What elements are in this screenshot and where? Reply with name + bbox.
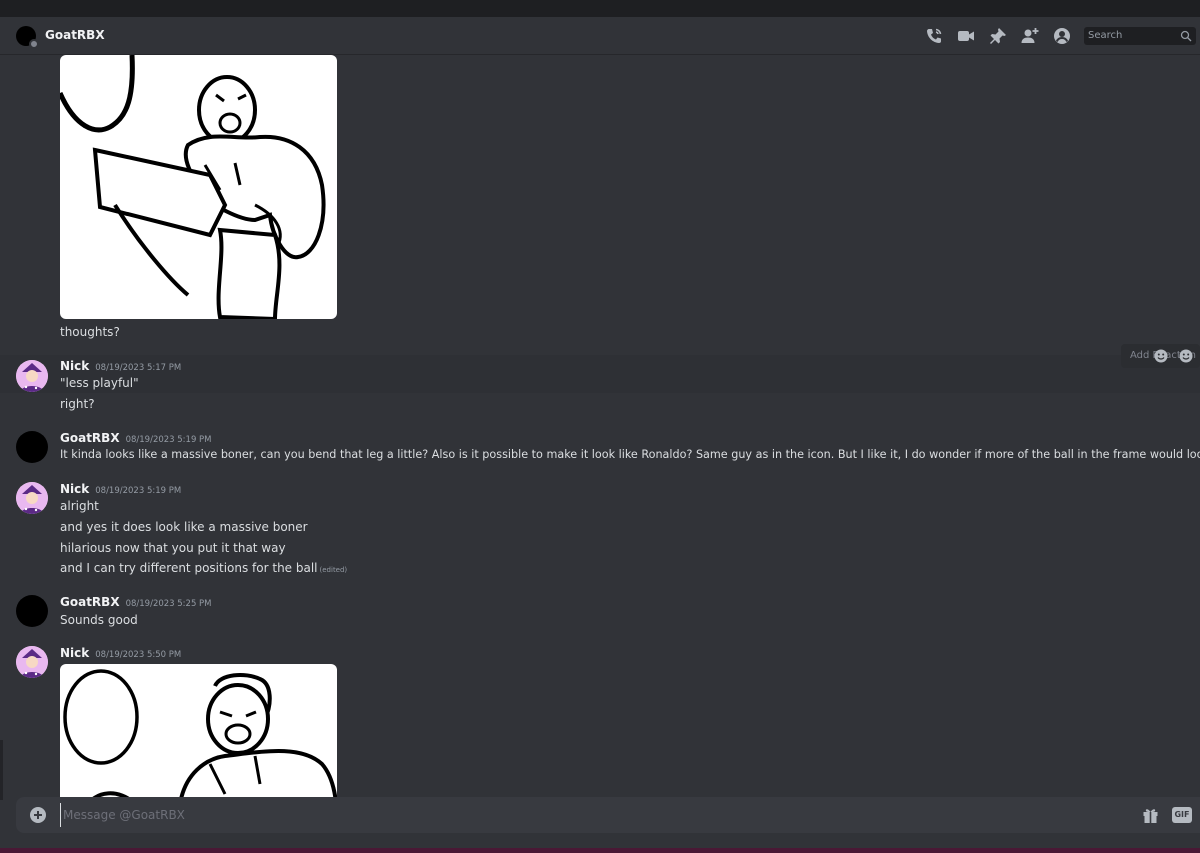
- channel-title[interactable]: GoatRBX: [45, 28, 105, 42]
- message-text: "less playful": [60, 376, 139, 390]
- message-text: thoughts?: [60, 325, 120, 339]
- message-text: right?: [60, 397, 95, 411]
- message-text: hilarious now that you put it that way: [60, 541, 286, 555]
- phone-call-icon[interactable]: [924, 26, 944, 46]
- status-indicator: [29, 39, 39, 49]
- author-name[interactable]: Nick: [60, 482, 89, 496]
- channel-header: GoatRBX Search: [0, 17, 1200, 55]
- profile-icon[interactable]: [1052, 26, 1072, 46]
- avatar[interactable]: [16, 595, 48, 627]
- message-author[interactable]: GoatRBX 08/19/2023 5:19 PM: [60, 431, 212, 445]
- add-friend-icon[interactable]: [1020, 26, 1040, 46]
- message-hover-toolbar[interactable]: Add Reaction: [1121, 344, 1200, 368]
- add-reaction-icon[interactable]: [1153, 348, 1169, 364]
- avatar[interactable]: [16, 646, 48, 678]
- avatar[interactable]: [16, 360, 48, 392]
- message-text: and I can try different positions for th…: [60, 560, 347, 578]
- avatar[interactable]: [16, 482, 48, 514]
- message-image-attachment[interactable]: [60, 55, 337, 319]
- message-timestamp: 08/19/2023 5:19 PM: [125, 435, 212, 445]
- message-text: and yes it does look like a massive bone…: [60, 520, 308, 534]
- sketch-image: [63, 669, 337, 797]
- author-name[interactable]: GoatRBX: [60, 595, 120, 609]
- dm-avatar[interactable]: [16, 26, 39, 49]
- message-timestamp: 08/19/2023 5:50 PM: [95, 650, 182, 660]
- message-text: It kinda looks like a massive boner, can…: [60, 448, 1200, 461]
- sketch-image: [60, 55, 326, 319]
- message-author[interactable]: Nick 08/19/2023 5:50 PM: [60, 646, 181, 660]
- message-author[interactable]: Nick 08/19/2023 5:17 PM: [60, 359, 181, 373]
- message-author[interactable]: GoatRBX 08/19/2023 5:25 PM: [60, 595, 212, 609]
- window-bottom-edge: [0, 848, 1200, 853]
- window-titlebar: [0, 0, 1200, 17]
- message-image-attachment[interactable]: [60, 664, 337, 797]
- video-icon[interactable]: [956, 26, 976, 46]
- author-name[interactable]: Nick: [60, 359, 89, 373]
- pin-icon[interactable]: [988, 26, 1008, 46]
- avatar[interactable]: [16, 431, 48, 463]
- message-timestamp: 08/19/2023 5:17 PM: [95, 363, 182, 373]
- header-toolbar: [924, 26, 1072, 46]
- message-composer: GIF: [16, 797, 1200, 833]
- search-box[interactable]: Search: [1084, 27, 1196, 45]
- message-text-content: and I can try different positions for th…: [60, 561, 318, 575]
- gift-icon[interactable]: [1142, 807, 1159, 824]
- edited-label: (edited): [319, 566, 348, 574]
- author-name[interactable]: Nick: [60, 646, 89, 660]
- message-author[interactable]: Nick 08/19/2023 5:19 PM: [60, 482, 181, 496]
- message-timestamp: 08/19/2023 5:19 PM: [95, 486, 182, 496]
- search-icon: [1180, 30, 1192, 42]
- super-reaction-icon[interactable]: [1178, 348, 1194, 364]
- message-list[interactable]: thoughts? Add Reaction Nick 08/19/2023 5:…: [0, 55, 1200, 797]
- gif-button[interactable]: GIF: [1172, 807, 1192, 823]
- message-text: alright: [60, 499, 99, 513]
- message-input[interactable]: [60, 803, 1110, 827]
- plus-circle-icon[interactable]: [30, 807, 46, 823]
- message-text: Sounds good: [60, 613, 138, 627]
- search-placeholder: Search: [1088, 30, 1123, 41]
- window-edge: [0, 740, 3, 800]
- author-name[interactable]: GoatRBX: [60, 431, 120, 445]
- message-timestamp: 08/19/2023 5:25 PM: [125, 599, 212, 609]
